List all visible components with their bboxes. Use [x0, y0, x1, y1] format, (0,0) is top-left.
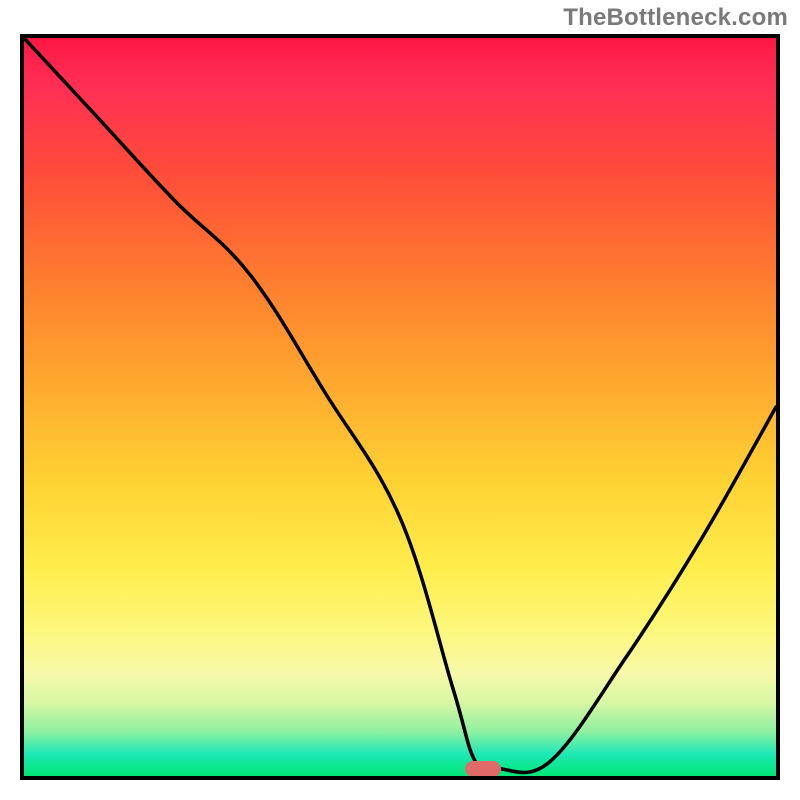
chart-plot-area [20, 34, 780, 780]
bottleneck-curve [24, 38, 776, 776]
watermark-text: TheBottleneck.com [563, 4, 788, 32]
optimum-marker [465, 761, 501, 777]
stage: TheBottleneck.com [0, 0, 800, 800]
